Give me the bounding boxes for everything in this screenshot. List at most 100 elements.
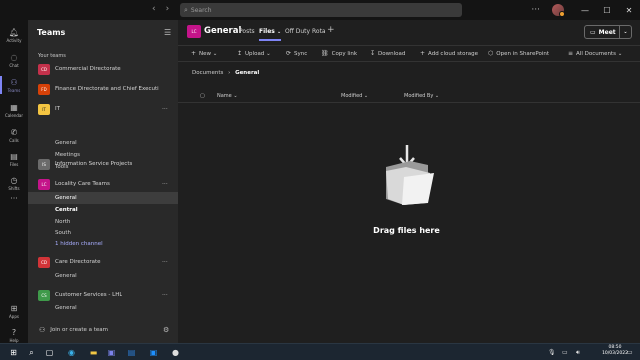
add-tab-icon[interactable]: + [327,25,335,35]
copy-link-button[interactable]: ⛓ Copy link [321,50,357,57]
filter-icon[interactable]: ☰ [164,28,171,37]
team-locality-care-teams[interactable]: LC Locality Care Teams ··· [28,177,178,191]
teams-title: Teams [37,28,66,37]
tab-posts[interactable]: Posts [239,28,255,35]
team-tile: CS [38,289,50,301]
nav-arrows: ‹ › [152,4,169,14]
channel-lc-general[interactable]: General [28,192,178,204]
channel-main: LC General Posts Files ⌄ Off Duty Rota +… [178,20,640,343]
team-more-icon[interactable]: ··· [162,292,168,299]
drag-folder-illustration [386,145,434,205]
notifications-icon[interactable]: ▭ [627,349,633,356]
tab-files[interactable]: Files ⌄ [259,28,282,41]
chevron-down-icon: ⌄ [276,29,282,35]
minimize-icon[interactable]: — [574,0,596,20]
team-more-icon[interactable]: ··· [162,106,168,113]
team-customer-services[interactable]: CS Customer Services - LHL ··· [28,288,178,302]
team-more-icon[interactable]: ··· [162,181,168,188]
chevron-down-icon[interactable]: ⌄ [619,26,631,38]
upload-icon: ↥ [237,50,243,57]
rail-teams[interactable]: ⚇ Teams [0,72,28,98]
team-more-icon[interactable]: ··· [162,259,168,266]
hidden-channels-link[interactable]: 1 hidden channel [28,238,178,250]
outlook-icon[interactable]: ▣ [148,347,159,358]
column-name[interactable]: Name ⌄ [217,93,238,99]
rail-apps[interactable]: ⊞ Apps [0,298,28,324]
phone-icon: ✆ [10,127,18,137]
copy-link-label: Copy link [331,51,358,57]
new-button[interactable]: + New ⌄ [191,50,217,57]
open-in-sharepoint-button[interactable]: ⬡ Open in SharePoint [488,50,549,57]
meet-button[interactable]: ▭ Meet ⌄ [584,25,632,39]
breadcrumb-current: General [235,70,260,76]
bell-icon: 🔔︎ [8,27,20,37]
column-modified[interactable]: Modified ⌄ [341,93,368,99]
rail-label: Teams [7,87,21,93]
file-icon: ▤ [10,151,18,161]
rail-label: Calendar [5,112,23,118]
team-care-directorate[interactable]: CD Care Directorate ··· [28,255,178,269]
team-name: Locality Care Teams [55,181,110,187]
settings-gear-icon[interactable]: ⚙ [163,326,169,334]
channel-it-general[interactable]: General [28,137,178,149]
rail-calendar[interactable]: ▦ Calendar [0,97,28,123]
word-icon[interactable]: ▤ [126,347,137,358]
close-icon[interactable]: ✕ [618,0,640,20]
download-label: Download [378,51,406,57]
team-name: Customer Services - LHL [55,292,123,298]
taskbar-clock[interactable]: 08:50 10/03/2022 [602,345,628,357]
team-it[interactable]: IT IT ··· [28,102,178,116]
volume-icon[interactable]: 🔊︎ [576,349,580,357]
rail-more[interactable]: ··· [0,186,28,212]
rail-chat[interactable]: ◌ Chat [0,47,28,73]
windows-start-icon[interactable]: ⊞ [8,347,19,358]
tab-off-duty-rota[interactable]: Off Duty Rota [285,28,326,35]
mic-icon[interactable]: 🎙︎ [548,349,556,356]
column-modified-by[interactable]: Modified By ⌄ [404,93,439,99]
avatar[interactable] [552,4,565,17]
all-documents-view[interactable]: ≡ All Documents ⌄ [568,50,622,57]
task-view-icon[interactable]: ▢ [44,347,55,358]
maximize-icon[interactable]: ☐ [596,0,618,20]
add-team-icon: ⚇ [39,326,46,334]
rail-calls[interactable]: ✆ Calls [0,122,28,148]
upload-button[interactable]: ↥ Upload ⌄ [237,50,271,57]
team-finance-directorate[interactable]: FD Finance Directorate and Chief Executi… [28,82,178,96]
network-icon[interactable]: ▭ [562,349,568,356]
search-box[interactable]: ⌕ Search [180,3,462,17]
team-tile: IS [38,158,50,170]
channel-lc-central[interactable]: Central [28,204,178,216]
team-name: Information Service Projects [55,161,133,167]
team-tile-it: IT [38,103,50,115]
edge-icon[interactable]: ◉ [66,347,77,358]
download-button[interactable]: ↧ Download [370,50,405,57]
rail-label: Activity [6,37,22,43]
rail-files[interactable]: ▤ Files [0,146,28,172]
join-label: Join or create a team [50,327,108,333]
more-options-icon[interactable]: ··· [531,5,540,15]
team-name: Care Directorate [55,259,101,265]
add-cloud-storage-button[interactable]: + Add cloud storage [420,50,478,57]
breadcrumb-documents[interactable]: Documents [192,70,223,76]
team-tile-text: IT [42,106,46,112]
windows-taskbar: ⊞ ⌕ ▢ ◉ ▬ ▣ ▤ ▣ ● 🎙︎ ▭ 🔊︎ 08:50 10/03/20… [0,343,640,360]
channel-title: General [204,26,242,36]
forward-arrow-icon[interactable]: › [166,4,170,14]
teams-taskbar-icon[interactable]: ▣ [106,347,117,358]
rail-activity[interactable]: 🔔︎ Activity [0,22,28,48]
all-documents-label: All Documents [576,51,616,57]
channel-cd-general[interactable]: General [28,270,178,282]
search-icon: ⌕ [184,5,188,14]
team-commercial-directorate[interactable]: CD Commercial Directorate [28,62,178,76]
search-placeholder: Search [190,6,212,14]
title-bar-right: ··· — ☐ ✕ [531,0,640,20]
back-arrow-icon[interactable]: ‹ [152,4,156,14]
app-icon[interactable]: ● [170,347,181,358]
channel-cs-general[interactable]: General [28,302,178,314]
join-or-create-team[interactable]: ⚇ Join or create a team ⚙ [28,322,178,338]
taskbar-search-icon[interactable]: ⌕ [26,347,37,358]
file-type-icon[interactable]: ▢ [200,93,205,99]
sync-button[interactable]: ⟳ Sync [286,50,307,57]
team-information-service-projects[interactable]: IS Information Service Projects [28,157,178,171]
file-explorer-icon[interactable]: ▬ [88,347,99,358]
